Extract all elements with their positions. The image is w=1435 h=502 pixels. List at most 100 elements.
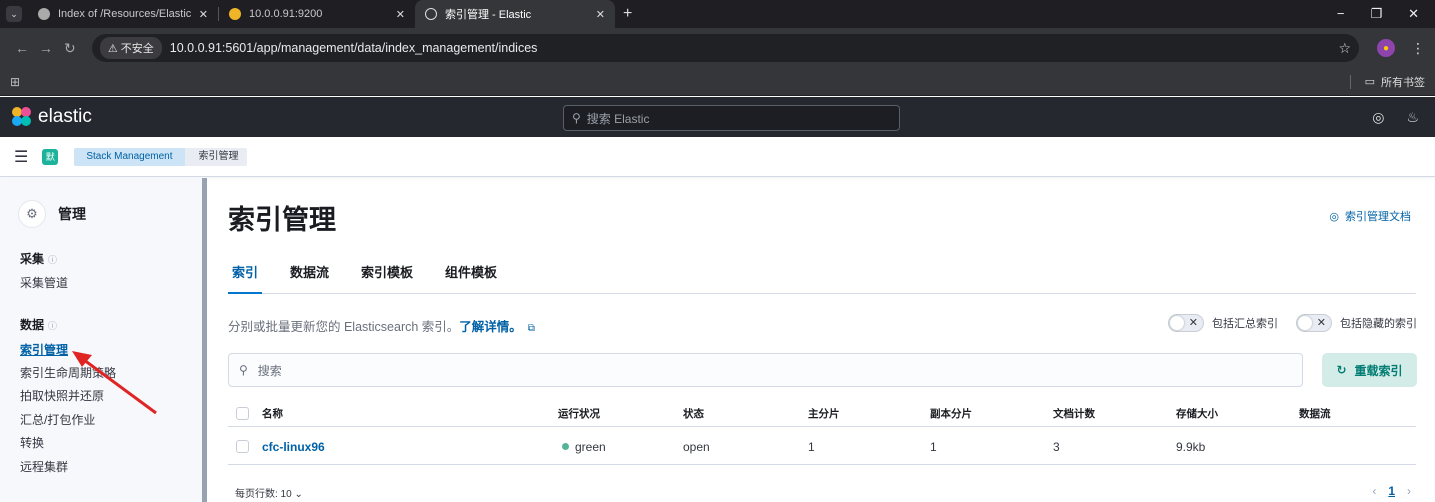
sidebar-item-ingest-pipelines[interactable]: 采集管道 [20, 274, 68, 291]
kibana-header: elastic ⚲ 搜索 Elastic ◎ ♨ [0, 97, 1435, 137]
health-dot-icon [562, 443, 569, 450]
tab-search-button[interactable]: ⌄ [0, 0, 28, 28]
tab-component-templates[interactable]: 组件模板 [441, 262, 501, 294]
learn-more-link[interactable]: 了解详情。 [459, 320, 522, 334]
column-header-primaries[interactable]: 主分片 [808, 401, 840, 426]
minimize-icon[interactable]: − [1337, 6, 1345, 22]
global-search-input[interactable]: ⚲ 搜索 Elastic [563, 105, 900, 131]
tab-data-streams[interactable]: 数据流 [286, 262, 333, 294]
browser-tabbar: ⌄ Index of /Resources/ElasticSt ✕ 10.0.0… [0, 0, 1435, 28]
tab-index-templates[interactable]: 索引模板 [357, 262, 417, 294]
include-rollup-toggle[interactable]: ✕ 包括汇总索引 [1168, 314, 1278, 332]
health-value: green [575, 439, 606, 454]
close-window-icon[interactable]: ✕ [1408, 6, 1419, 22]
sidebar-title: 管理 [58, 206, 86, 222]
switch[interactable]: ✕ [1296, 314, 1332, 332]
next-page-icon[interactable]: › [1407, 484, 1411, 498]
reload-icon[interactable]: ↻ [58, 40, 82, 57]
column-header-status[interactable]: 状态 [683, 401, 704, 426]
tab-title: 索引管理 - Elastic [445, 9, 532, 21]
column-header-storage-size[interactable]: 存储大小 [1176, 401, 1218, 426]
main-content: 索引管理 ◎ 索引管理文档 索引 数据流 索引模板 组件模板 分别或批量更新您的… [208, 178, 1435, 502]
new-tab-button[interactable]: + [623, 5, 632, 23]
reload-indices-button[interactable]: ↻ 重载索引 [1322, 353, 1417, 387]
column-header-health[interactable]: 运行状况 [558, 401, 600, 426]
info-icon: ⓘ [48, 321, 58, 331]
bookmark-star-icon[interactable]: ☆ [1339, 40, 1352, 57]
select-all-checkbox[interactable] [236, 401, 249, 426]
profile-avatar[interactable]: ● [1377, 39, 1396, 57]
index-management-docs-link[interactable]: ◎ 索引管理文档 [1329, 208, 1411, 224]
reload-label: 重载索引 [1354, 363, 1403, 378]
tab-indices[interactable]: 索引 [228, 262, 263, 294]
url-text[interactable]: 10.0.0.91:5601/app/management/data/index… [170, 41, 538, 55]
all-bookmarks[interactable]: ▭ 所有书签 [1349, 74, 1425, 90]
browser-tab-1[interactable]: Index of /Resources/ElasticSt ✕ [28, 0, 218, 28]
breadcrumb-stack-management[interactable]: Stack Management [74, 147, 185, 166]
group-label: 采集 [20, 252, 45, 266]
sidebar-group-data: 数据 ⓘ [20, 316, 57, 333]
sidebar-group-ingest: 采集 ⓘ [20, 250, 57, 267]
chevron-down-icon: ⌄ [294, 489, 303, 500]
header-icons: ◎ ♨ [1372, 109, 1423, 126]
close-icon[interactable]: ✕ [191, 8, 208, 21]
index-search-input[interactable]: ⚲ 搜索 [228, 353, 1303, 387]
switch[interactable]: ✕ [1168, 314, 1204, 332]
back-icon[interactable]: ← [10, 40, 34, 56]
breadcrumb-index-management: 索引管理 [184, 147, 247, 166]
info-icon: ⓘ [48, 255, 58, 265]
browser-menu-icon[interactable]: ⋮ [1411, 40, 1425, 57]
refresh-icon: ↻ [1336, 363, 1347, 377]
primary-value: 1 [808, 439, 815, 454]
rows-per-page-select[interactable]: 每页行数: 10 ⌄ [235, 485, 303, 500]
tab-bar: 索引 数据流 索引模板 组件模板 [228, 262, 1416, 294]
menu-icon[interactable]: ☰ [14, 147, 28, 167]
health-cell: green [562, 429, 606, 464]
elastic-logo[interactable]: elastic [12, 106, 92, 128]
include-hidden-toggle[interactable]: ✕ 包括隐藏的索引 [1296, 314, 1417, 332]
page-number-current[interactable]: 1 [1388, 484, 1395, 498]
sidebar-item-transforms[interactable]: 转换 [20, 434, 44, 451]
checkbox[interactable] [236, 440, 249, 453]
sidebar-item-remote-clusters[interactable]: 远程集群 [20, 458, 68, 475]
annotation-arrow [72, 351, 157, 415]
row-checkbox[interactable] [236, 429, 249, 464]
apps-grid-icon[interactable]: ⊞ [10, 75, 20, 89]
cross-icon: ✕ [1316, 317, 1326, 329]
close-icon[interactable]: ✕ [388, 8, 405, 21]
group-label: 数据 [20, 318, 45, 332]
prev-page-icon[interactable]: ‹ [1372, 484, 1376, 498]
all-bookmarks-label: 所有书签 [1381, 76, 1425, 89]
column-header-replicas[interactable]: 副本分片 [930, 401, 972, 426]
chevron-down-icon: ⌄ [6, 6, 22, 22]
sidebar-item-index-management[interactable]: 索引管理 [20, 341, 68, 358]
column-header-name[interactable]: 名称 [262, 401, 283, 426]
browser-toolbar: ← → ↻ ⚠ 不安全 10.0.0.91:5601/app/managemen… [0, 28, 1435, 68]
help-icon[interactable]: ◎ [1372, 109, 1384, 126]
column-header-data-stream[interactable]: 数据流 [1299, 401, 1331, 426]
bookmarks-bar: ⊞ ▭ 所有书签 [0, 68, 1435, 96]
forward-icon[interactable]: → [34, 40, 58, 56]
docs-count-value: 3 [1053, 439, 1060, 454]
description-text: 分别或批量更新您的 Elasticsearch 索引。 [228, 320, 460, 334]
index-name-link[interactable]: cfc-linux96 [262, 429, 325, 464]
newsfeed-icon[interactable]: ♨ [1406, 109, 1419, 126]
help-icon: ◎ [1329, 210, 1339, 223]
column-header-docs-count[interactable]: 文档计数 [1053, 401, 1095, 426]
checkbox[interactable] [236, 407, 249, 420]
rows-per-page-label: 每页行数: 10 [235, 489, 292, 500]
toggle-label: 包括汇总索引 [1212, 318, 1278, 330]
search-icon: ⚲ [572, 111, 581, 125]
replicas-value: 1 [930, 439, 937, 454]
not-secure-badge[interactable]: ⚠ 不安全 [99, 37, 162, 59]
browser-tab-2[interactable]: 10.0.0.91:9200 ✕ [219, 0, 415, 28]
space-avatar[interactable]: 默 [42, 148, 59, 165]
global-search-placeholder: 搜索 Elastic [586, 111, 650, 126]
address-bar[interactable]: ⚠ 不安全 10.0.0.91:5601/app/management/data… [91, 34, 1360, 62]
cross-icon: ✕ [1188, 317, 1198, 329]
close-icon[interactable]: ✕ [588, 8, 605, 21]
restore-icon[interactable]: ❐ [1370, 6, 1382, 22]
folder-icon: ▭ [1364, 76, 1375, 88]
sidebar-scrollbar[interactable] [202, 178, 207, 502]
browser-tab-3[interactable]: 索引管理 - Elastic ✕ [415, 0, 615, 28]
